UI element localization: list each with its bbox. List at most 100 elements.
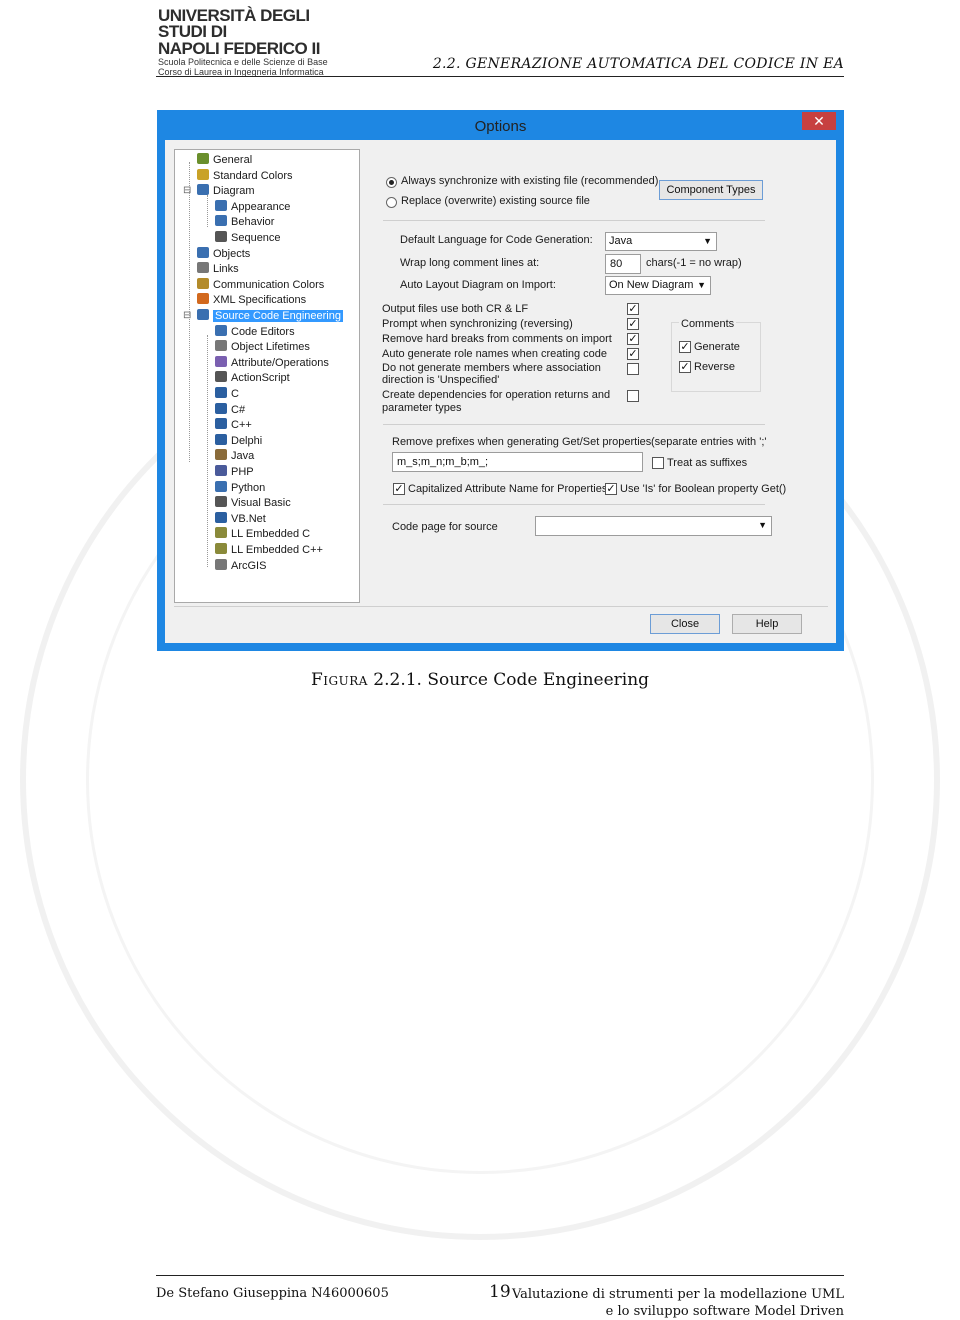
tree-item-label: Java bbox=[231, 450, 255, 463]
tree-item-label: ActionScript bbox=[231, 372, 290, 385]
tree-item[interactable]: Links bbox=[197, 262, 239, 276]
running-head: 2.2. GENERAZIONE AUTOMATICA DEL CODICE I… bbox=[432, 56, 844, 72]
use-is-checkbox[interactable]: ✓ bbox=[605, 483, 617, 495]
opt-remove-hard-breaks-checkbox[interactable]: ✓ bbox=[627, 333, 639, 345]
chevron-down-icon: ▼ bbox=[703, 236, 712, 246]
opt-role-names-checkbox[interactable]: ✓ bbox=[627, 348, 639, 360]
use-is-label: Use 'Is' for Boolean property Get() bbox=[620, 483, 787, 495]
tree-item-label: VB.Net bbox=[231, 512, 266, 525]
tree-item-icon bbox=[197, 277, 209, 289]
opt-dependencies-checkbox[interactable] bbox=[627, 390, 639, 402]
tree-item-label: Diagram bbox=[213, 185, 255, 198]
tree-item-icon bbox=[215, 449, 227, 461]
tree-item-icon bbox=[197, 168, 209, 180]
code-page-select[interactable]: ▼ bbox=[535, 516, 772, 536]
tree-item-label: Python bbox=[231, 481, 266, 494]
default-language-select[interactable]: Java ▼ bbox=[605, 232, 717, 251]
tree-item[interactable]: Attribute/Operations bbox=[215, 355, 329, 370]
tree-item-icon bbox=[215, 465, 227, 476]
radio-always-synchronize[interactable] bbox=[386, 177, 397, 188]
tree-item-label: Object Lifetimes bbox=[231, 341, 310, 354]
opt-prompt-sync-checkbox[interactable]: ✓ bbox=[627, 318, 639, 330]
tree-item[interactable]: Python bbox=[215, 480, 266, 495]
opt-dependencies-label-2: parameter types bbox=[382, 402, 462, 414]
tree-item-label: Code Editors bbox=[231, 325, 295, 338]
radio-replace[interactable] bbox=[386, 197, 397, 208]
options-tree[interactable]: General Standard Colors ⊟ Diagram Appearance… bbox=[174, 149, 360, 603]
tree-item-icon bbox=[215, 496, 227, 508]
footer-title-line-1: Valutazione di strumenti per la modellaz… bbox=[511, 1287, 844, 1302]
tree-item[interactable]: Object Lifetimes bbox=[215, 340, 310, 354]
tree-item[interactable]: Communication Colors bbox=[197, 277, 325, 292]
tree-item[interactable]: C bbox=[215, 387, 239, 401]
help-button[interactable]: Help bbox=[732, 614, 802, 634]
tree-item[interactable]: LL Embedded C bbox=[215, 527, 310, 541]
tree-item-icon bbox=[215, 199, 227, 211]
component-types-button[interactable]: Component Types bbox=[659, 180, 763, 200]
treat-as-suffixes-checkbox[interactable] bbox=[652, 457, 664, 469]
tree-item-label: XML Specifications bbox=[213, 294, 307, 307]
close-button[interactable]: Close bbox=[650, 614, 720, 634]
tree-item-icon bbox=[215, 418, 227, 430]
tree-item-label: LL Embedded C++ bbox=[231, 544, 323, 556]
tree-item-label: Visual Basic bbox=[231, 497, 291, 510]
default-language-value: Java bbox=[609, 235, 633, 247]
code-page-label: Code page for source bbox=[392, 521, 498, 533]
capitalized-attribute-label: Capitalized Attribute Name for Propertie… bbox=[408, 483, 608, 495]
logo-line-2: NAPOLI FEDERICO II bbox=[158, 39, 320, 58]
tree-item[interactable]: ArcGIS bbox=[215, 558, 266, 573]
tree-item-label: Delphi bbox=[231, 434, 263, 447]
capitalized-attribute-checkbox[interactable]: ✓ bbox=[393, 483, 405, 495]
tree-item[interactable]: XML Specifications bbox=[197, 293, 306, 307]
prefixes-input[interactable]: m_s;m_n;m_b;m_; bbox=[392, 452, 643, 472]
wrap-input[interactable]: 80 bbox=[605, 254, 641, 274]
tree-item-icon bbox=[215, 511, 227, 523]
figure-caption: Figura 2.2.1. Source Code Engineering bbox=[0, 670, 960, 690]
tree-item[interactable]: Delphi bbox=[215, 433, 263, 448]
opt-no-members-checkbox[interactable] bbox=[627, 363, 639, 375]
tree-item[interactable]: VB.Net bbox=[215, 511, 266, 526]
tree-item[interactable]: Sequence bbox=[215, 231, 281, 245]
tree-item-label: Links bbox=[213, 263, 239, 276]
tree-item[interactable]: General bbox=[197, 153, 252, 167]
tree-item[interactable]: Standard Colors bbox=[197, 168, 293, 183]
tree-item-label: LL Embedded C bbox=[231, 528, 311, 541]
opt-dependencies-label-1: Create dependencies for operation return… bbox=[382, 389, 611, 401]
separator bbox=[383, 220, 765, 221]
tree-item-label: Communication Colors bbox=[213, 278, 325, 291]
tree-item[interactable]: Appearance bbox=[215, 199, 290, 214]
footer-rule bbox=[156, 1275, 844, 1276]
tree-item[interactable]: LL Embedded C++ bbox=[215, 543, 323, 557]
tree-item[interactable]: Objects bbox=[197, 246, 250, 261]
auto-layout-value: On New Diagram bbox=[609, 279, 694, 291]
dialog-body: General Standard Colors ⊟ Diagram Appearance… bbox=[165, 140, 836, 643]
auto-layout-select[interactable]: On New Diagram ▼ bbox=[605, 276, 711, 295]
close-icon[interactable]: ✕ bbox=[802, 112, 836, 130]
tree-item[interactable]: C# bbox=[215, 402, 245, 417]
comments-reverse-checkbox[interactable]: ✓ bbox=[679, 361, 691, 373]
opt-crlf-label: Output files use both CR & LF bbox=[382, 303, 529, 315]
tree-item[interactable]: Code Editors bbox=[215, 324, 295, 339]
tree-item[interactable]: C++ bbox=[215, 418, 252, 432]
tree-item[interactable]: PHP bbox=[215, 465, 254, 479]
collapse-icon[interactable]: ⊟ bbox=[183, 184, 191, 198]
tree-item[interactable]: ⊟ Diagram bbox=[183, 184, 255, 198]
tree-item-icon bbox=[215, 340, 227, 352]
opt-no-members-label-2: direction is 'Unspecified' bbox=[382, 374, 500, 386]
tree-item[interactable]: Behavior bbox=[215, 215, 274, 229]
comments-generate-checkbox[interactable]: ✓ bbox=[679, 341, 691, 353]
tree-item[interactable]: Visual Basic bbox=[215, 496, 291, 510]
tree-item[interactable]: ActionScript bbox=[215, 371, 290, 385]
comments-generate-label: Generate bbox=[694, 341, 740, 353]
tree-connector bbox=[189, 162, 190, 462]
opt-remove-hard-breaks-label: Remove hard breaks from comments on impo… bbox=[382, 333, 612, 345]
collapse-icon[interactable]: ⊟ bbox=[183, 309, 191, 323]
tree-item[interactable]: Java bbox=[215, 449, 254, 463]
comments-reverse-label: Reverse bbox=[694, 361, 735, 373]
page-number: 19 bbox=[489, 1282, 511, 1302]
tree-item-icon bbox=[197, 309, 209, 320]
tree-item-icon bbox=[215, 371, 227, 383]
tree-item[interactable]: ⊟ Source Code Engineering bbox=[183, 309, 343, 323]
opt-crlf-checkbox[interactable]: ✓ bbox=[627, 303, 639, 315]
university-logo: UNIVERSITÀ DEGLI STUDI DI NAPOLI FEDERIC… bbox=[158, 7, 348, 77]
